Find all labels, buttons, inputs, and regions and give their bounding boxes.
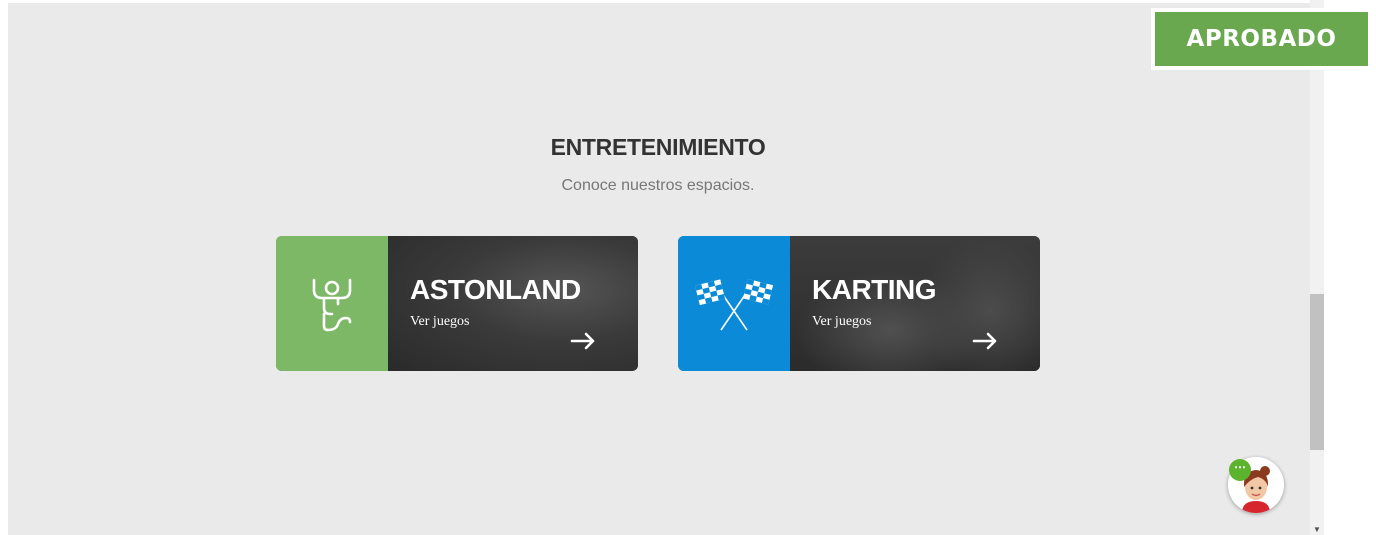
scrollbar-thumb[interactable]	[1310, 294, 1324, 450]
section-title: ENTRETENIMIENTO	[550, 134, 766, 160]
status-badge: APROBADO	[1151, 8, 1372, 70]
astonland-link[interactable]: Ver juegos	[410, 314, 470, 330]
scroll-down-arrow[interactable]: ▼	[1312, 526, 1322, 534]
section-subtitle: Conoce nuestros espacios.	[561, 177, 755, 194]
page-background	[8, 3, 1310, 535]
astonland-title: ASTONLAND	[410, 274, 581, 305]
karting-icon-box	[678, 236, 790, 371]
kid-playground-icon	[312, 278, 352, 331]
arrow-right-icon[interactable]	[972, 332, 998, 350]
karting-card[interactable]: KARTING Ver juegos	[678, 236, 1040, 371]
karting-link[interactable]: Ver juegos	[812, 314, 872, 330]
astonland-card[interactable]: ASTONLAND Ver juegos	[276, 236, 638, 371]
checkered-flags-icon	[694, 278, 774, 330]
arrow-right-icon[interactable]	[570, 332, 596, 350]
scrollbar-track[interactable]	[1310, 0, 1324, 535]
karting-title: KARTING	[812, 274, 937, 305]
chat-bubble-icon[interactable]: ⋯	[1229, 459, 1251, 481]
astonland-icon-box	[276, 236, 388, 371]
